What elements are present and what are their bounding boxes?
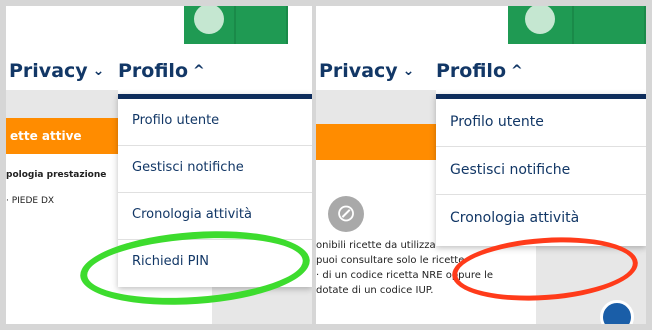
prestazione-value: · PIEDE DX bbox=[6, 196, 55, 206]
top-action-tiles bbox=[184, 6, 288, 44]
menu-label: Cronologia attività bbox=[450, 210, 580, 226]
menu-item-gestisci-notifiche[interactable]: Gestisci notifiche bbox=[118, 146, 312, 193]
banner-text: ette attive bbox=[10, 129, 82, 143]
menu-item-gestisci-notifiche[interactable]: Gestisci notifiche bbox=[436, 147, 646, 195]
right-screenshot-panel: Privacy ⌄ Profilo ^ ⊘ onibili ricette da u… bbox=[316, 6, 646, 324]
prestazione-label: pologia prestazione bbox=[6, 170, 107, 180]
nav-privacy[interactable]: Privacy ⌄ bbox=[319, 60, 414, 82]
menu-label: Cronologia attività bbox=[132, 207, 252, 222]
grey-strip-top bbox=[316, 90, 436, 126]
active-prescriptions-banner[interactable]: ette attive bbox=[6, 118, 118, 154]
app-tile-2[interactable] bbox=[574, 6, 646, 44]
nav-profile-label: Profilo bbox=[436, 60, 506, 82]
prescriptions-info-text: onibili ricette da utilizza puoi consult… bbox=[316, 238, 493, 298]
nav-profile[interactable]: Profilo ^ bbox=[118, 60, 205, 82]
nav-privacy[interactable]: Privacy ⌄ bbox=[9, 60, 104, 82]
unavailable-icon: ⊘ bbox=[328, 196, 364, 232]
nav-privacy-label: Privacy bbox=[319, 60, 398, 82]
menu-item-richiedi-pin[interactable]: Richiedi PIN bbox=[118, 240, 312, 287]
top-action-tiles bbox=[508, 6, 646, 44]
info-line-3: · di un codice ricetta NRE oppure le bbox=[316, 270, 494, 281]
app-tile[interactable] bbox=[508, 6, 574, 44]
app-tile-2[interactable] bbox=[236, 6, 288, 44]
menu-item-cronologia-attivita[interactable]: Cronologia attività bbox=[118, 193, 312, 240]
app-tile[interactable] bbox=[184, 6, 236, 44]
info-line-2: puoi consultare solo le ricette bbox=[316, 255, 465, 266]
chevron-down-icon: ⌄ bbox=[402, 63, 415, 79]
menu-item-profilo-utente[interactable]: Profilo utente bbox=[436, 99, 646, 147]
chevron-down-icon: ⌄ bbox=[92, 63, 105, 79]
menu-item-cronologia-attivita[interactable]: Cronologia attività bbox=[436, 195, 646, 243]
app-tile-icon bbox=[525, 6, 555, 34]
left-screenshot-panel: Privacy ⌄ Profilo ^ ette attive pologia pr… bbox=[6, 6, 312, 324]
chevron-up-icon: ^ bbox=[511, 63, 523, 79]
profile-dropdown: Profilo utente Gestisci notifiche Cronol… bbox=[436, 94, 646, 246]
menu-label: Gestisci notifiche bbox=[450, 162, 571, 178]
menu-label: Profilo utente bbox=[450, 114, 544, 130]
app-tile-icon bbox=[194, 6, 224, 34]
menu-label: Gestisci notifiche bbox=[132, 160, 244, 175]
orange-banner[interactable] bbox=[316, 124, 436, 160]
info-line-4: dotate di un codice IUP. bbox=[316, 285, 434, 296]
menu-label: Profilo utente bbox=[132, 113, 220, 128]
nav-privacy-label: Privacy bbox=[9, 60, 88, 82]
menu-label: Richiedi PIN bbox=[132, 254, 210, 269]
chevron-up-icon: ^ bbox=[193, 63, 205, 79]
nav-profile-label: Profilo bbox=[118, 60, 188, 82]
profile-dropdown: Profilo utente Gestisci notifiche Cronol… bbox=[118, 94, 312, 287]
nav-profile[interactable]: Profilo ^ bbox=[436, 60, 523, 82]
menu-item-profilo-utente[interactable]: Profilo utente bbox=[118, 99, 312, 146]
